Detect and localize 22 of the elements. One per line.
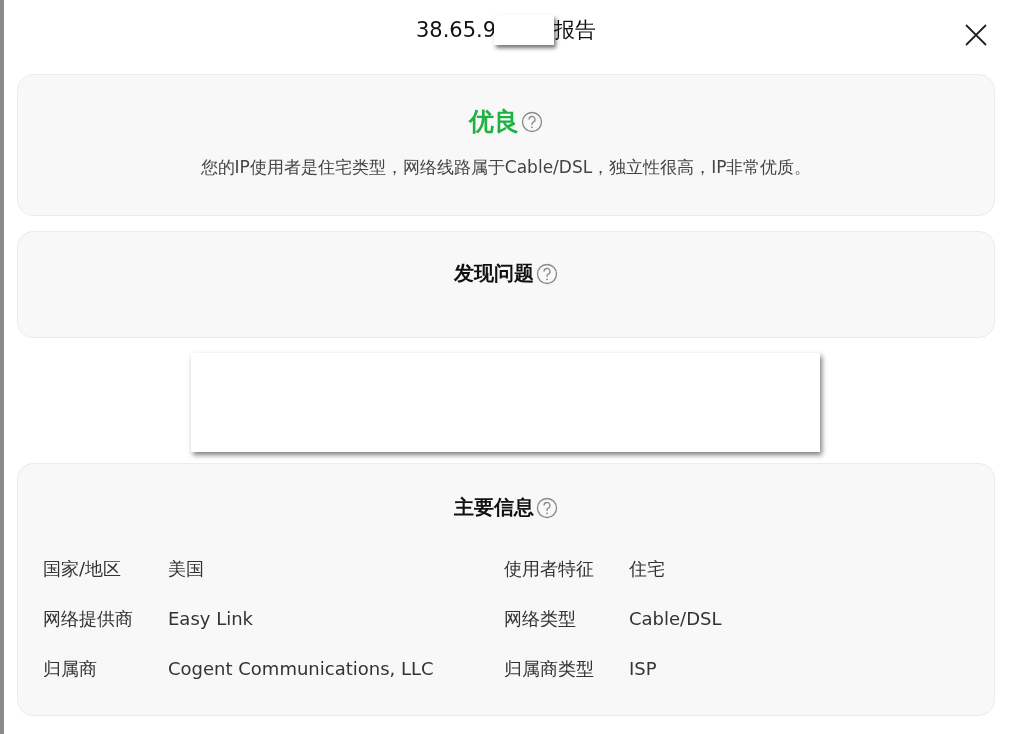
field-label: 归属商	[43, 657, 98, 681]
close-button[interactable]	[963, 22, 989, 48]
grade-label: 优良	[469, 106, 519, 138]
field-value: 住宅	[629, 557, 665, 581]
dialog-title: 38.65.9	[415, 18, 497, 42]
field-label: 网络提供商	[43, 607, 134, 631]
field-value: Cogent Communications, LLC	[168, 657, 434, 681]
field-value: 美国	[168, 557, 204, 581]
field-value: Cable/DSL	[629, 607, 722, 631]
section-heading: 发现问题	[454, 260, 534, 287]
field-label: 归属商类型	[504, 657, 595, 681]
field-value: Easy Link	[168, 607, 254, 631]
dialog-title: 报告	[554, 17, 597, 44]
summary-text: 您的IP使用者是住宅类型，网络线路属于Cable/DSL，独立性很高，IP非常优质。	[200, 156, 812, 179]
help-icon[interactable]	[536, 262, 558, 285]
help-icon[interactable]	[521, 110, 543, 133]
section-heading: 主要信息	[454, 494, 534, 521]
help-icon[interactable]	[536, 496, 558, 519]
field-label: 国家/地区	[43, 557, 123, 581]
field-label: 网络类型	[504, 607, 577, 631]
field-value: ISP	[629, 657, 657, 681]
field-label: 使用者特征	[504, 557, 595, 581]
